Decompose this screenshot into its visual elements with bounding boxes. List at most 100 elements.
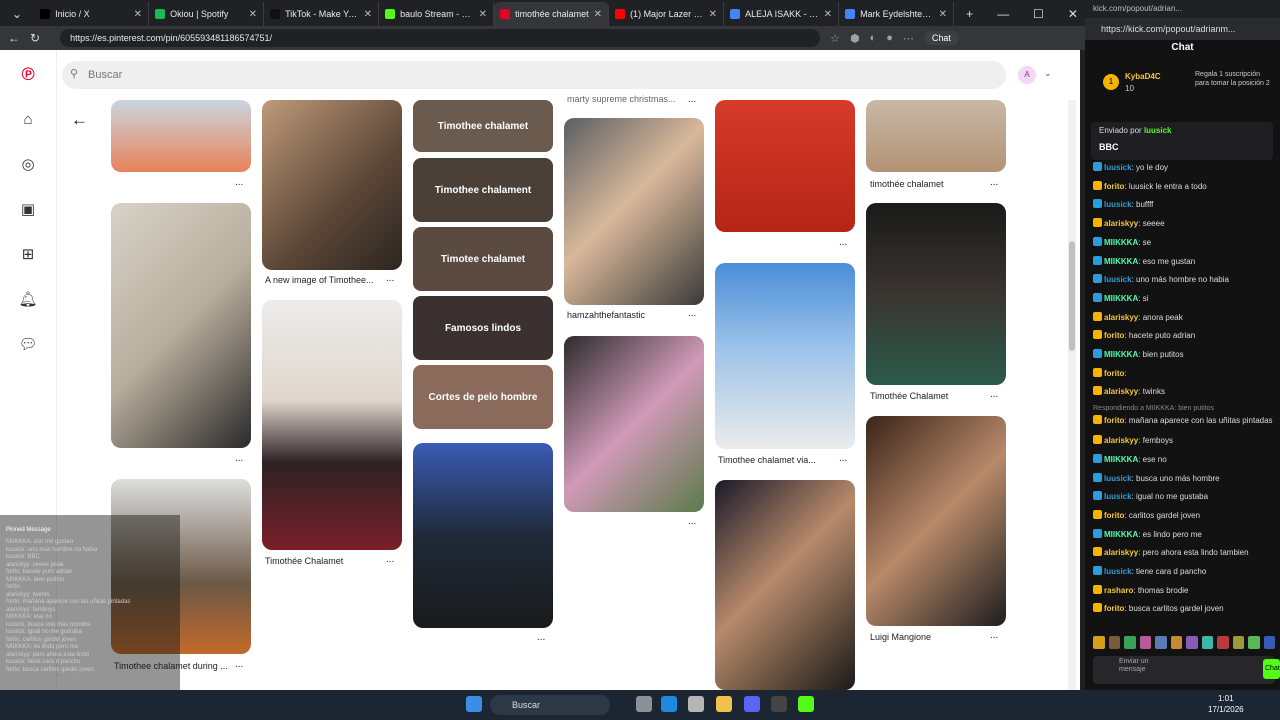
close-tab-icon[interactable]: ✕: [134, 9, 142, 20]
avatar[interactable]: A: [1018, 66, 1036, 84]
pin-image[interactable]: [111, 203, 251, 448]
chat-message[interactable]: alariskyy: pero ahora esta lindo tambien: [1093, 547, 1249, 557]
board-card[interactable]: Cortes de pelo hombre: [413, 365, 553, 429]
reload-icon[interactable]: ↻: [30, 31, 40, 45]
close-tab-icon[interactable]: ✕: [364, 9, 372, 20]
chat-message[interactable]: alariskyy: anora peak: [1093, 311, 1183, 322]
emote-icon[interactable]: [1186, 636, 1198, 649]
obs-icon[interactable]: [771, 696, 787, 712]
chat-username[interactable]: luusick: [1104, 200, 1132, 209]
emote-icon[interactable]: [1232, 636, 1244, 649]
edge-icon[interactable]: [661, 696, 677, 712]
home-icon[interactable]: ⌂: [18, 110, 38, 130]
pinned-by-user[interactable]: luusick: [1144, 126, 1172, 135]
gifter-name[interactable]: KybaD4C: [1125, 72, 1161, 81]
chat-message[interactable]: MIIKKKA: si: [1093, 292, 1148, 303]
emote-icon[interactable]: [1201, 636, 1213, 649]
board-card[interactable]: Timotee chalamet: [413, 227, 553, 291]
system-clock[interactable]: 1:01 17/1/2026: [1208, 693, 1244, 715]
extension-icon[interactable]: ⬢: [850, 32, 860, 45]
scrollbar[interactable]: [1068, 100, 1076, 690]
browser-tab[interactable]: timothée chalamet ✕: [494, 2, 610, 26]
chat-message[interactable]: alariskyy: seeee: [1093, 218, 1165, 228]
create-icon[interactable]: ⊞: [18, 245, 38, 265]
minimize-button[interactable]: —: [985, 7, 1021, 26]
chat-username[interactable]: MIIKKKA: [1104, 350, 1138, 359]
more-options-icon[interactable]: ...: [839, 453, 847, 464]
folder-icon[interactable]: [716, 696, 732, 712]
chat-message[interactable]: MIIKKKA: se: [1093, 236, 1151, 247]
chat-username[interactable]: luusick: [1104, 474, 1132, 483]
pin-caption[interactable]: Timothee chalamet via...: [718, 455, 816, 465]
pinterest-logo-icon[interactable]: ℗: [18, 64, 38, 84]
close-tab-icon[interactable]: ✕: [594, 9, 602, 20]
pin-caption[interactable]: Timothée Chalamet: [265, 556, 343, 566]
chat-username[interactable]: luusick: [1104, 567, 1132, 576]
task-view-icon[interactable]: [636, 696, 652, 712]
maximize-button[interactable]: ☐: [1021, 7, 1056, 26]
more-options-icon[interactable]: ...: [235, 177, 243, 188]
chat-message[interactable]: luusick: busca uno más hombre: [1093, 472, 1220, 483]
chat-username[interactable]: alariskyy: [1104, 387, 1138, 396]
chat-message[interactable]: forito: carlitos gardel joven: [1093, 509, 1200, 520]
chat-username[interactable]: forito: [1104, 331, 1124, 340]
browser-tab[interactable]: ALEJA ISAKK - Buscar c ✕: [724, 2, 840, 26]
taskbar-search[interactable]: Buscar: [490, 695, 610, 715]
kick-url-field[interactable]: https://kick.com/popout/adrianm...: [1085, 18, 1280, 40]
board-card[interactable]: Timothee chalament: [413, 158, 553, 222]
back-nav-icon[interactable]: ←: [8, 31, 20, 45]
chat-username[interactable]: rasharo: [1104, 586, 1133, 595]
chat-username[interactable]: alariskyy: [1104, 219, 1138, 228]
more-options-icon[interactable]: ...: [235, 453, 243, 464]
emote-icon[interactable]: [1248, 636, 1260, 649]
pin-image[interactable]: [866, 416, 1006, 626]
chat-username[interactable]: MIIKKKA: [1104, 238, 1138, 247]
more-options-icon[interactable]: ...: [990, 177, 998, 188]
pin-image[interactable]: [715, 100, 855, 232]
chat-input[interactable]: Enviar un mensaje: [1093, 656, 1275, 684]
browser-tab[interactable]: Mark Eydelshteyn - Bus ✕: [839, 2, 955, 26]
pin-caption[interactable]: Timothée Chalamet: [870, 391, 948, 401]
chat-message[interactable]: MIIKKKA: ese no: [1093, 453, 1167, 464]
emote-icon[interactable]: [1124, 636, 1136, 649]
more-options-icon[interactable]: ...: [990, 389, 998, 400]
emote-icon[interactable]: [1170, 636, 1182, 649]
messages-icon[interactable]: 💬︎: [18, 335, 38, 355]
pin-caption[interactable]: marty supreme christmas...: [567, 94, 676, 104]
close-tab-icon[interactable]: ✕: [479, 9, 487, 20]
chat-username[interactable]: forito: [1104, 511, 1124, 520]
pin-caption[interactable]: timothée chalamet: [870, 179, 944, 189]
chat-message[interactable]: forito: busca carlitos gardel joven: [1093, 603, 1224, 613]
more-options-icon[interactable]: ...: [537, 632, 545, 643]
emote-icon[interactable]: [1139, 636, 1151, 649]
menu-icon[interactable]: ⋯: [903, 32, 914, 45]
chat-username[interactable]: forito: [1104, 416, 1124, 425]
chat-message[interactable]: luusick: uno más hombre no habia: [1093, 274, 1229, 284]
chat-message[interactable]: forito:: [1093, 367, 1127, 378]
chat-message[interactable]: luusick: tiene cara d pancho: [1093, 566, 1206, 576]
pin-image[interactable]: [262, 100, 402, 270]
chat-message[interactable]: luusick: buffff: [1093, 199, 1153, 209]
back-arrow-icon[interactable]: ←: [71, 110, 88, 130]
board-card[interactable]: Famosos lindos: [413, 296, 553, 360]
chevron-down-icon[interactable]: ⌄: [1044, 68, 1052, 79]
extension-icon[interactable]: ◐: [870, 32, 877, 45]
notifications-icon[interactable]: 🔔︎: [18, 290, 38, 310]
pin-image[interactable]: [564, 118, 704, 305]
chat-message[interactable]: rasharo: thomas brodie: [1093, 584, 1189, 595]
chat-message[interactable]: forito: hacete puto adrian: [1093, 330, 1195, 340]
tab-menu-icon[interactable]: ⌄: [0, 7, 34, 26]
browser-tab[interactable]: baulo Stream - Watch l ✕: [379, 2, 495, 26]
chat-message[interactable]: MIIKKKA: es lindo pero me: [1093, 528, 1202, 539]
close-tab-icon[interactable]: ✕: [939, 9, 947, 20]
explore-icon[interactable]: ◎: [18, 155, 38, 175]
discord-icon[interactable]: [744, 696, 760, 712]
chat-extension-button[interactable]: Chat: [923, 31, 959, 45]
chat-username[interactable]: MIIKKKA: [1104, 294, 1138, 303]
chat-message[interactable]: MIIKKKA: eso me gustan: [1093, 255, 1195, 266]
browser-tab[interactable]: TikTok - Make Your Day ✕: [264, 2, 380, 26]
new-tab-button[interactable]: +: [954, 7, 985, 26]
chat-message[interactable]: forito: luusick le entra a todo: [1093, 180, 1207, 191]
boards-icon[interactable]: ▣: [18, 200, 38, 220]
more-options-icon[interactable]: ...: [839, 237, 847, 248]
